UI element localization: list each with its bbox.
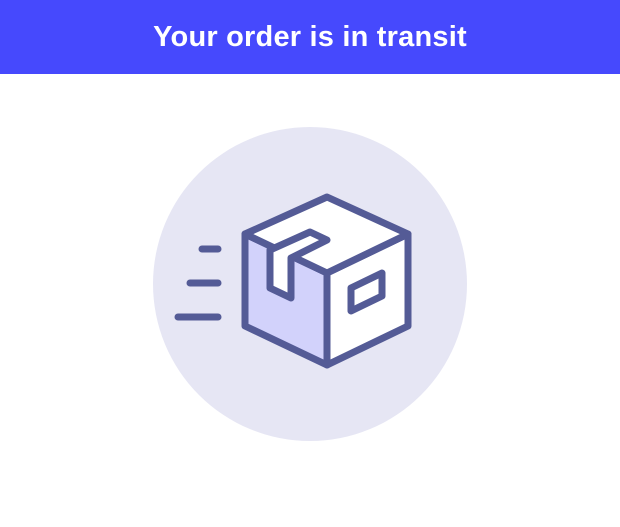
- order-status-page: Your order is in transit: [0, 0, 620, 527]
- box-icon: [241, 193, 412, 369]
- header-banner: Your order is in transit: [0, 0, 620, 74]
- transit-illustration: [150, 124, 470, 444]
- package-in-transit-icon: [153, 127, 467, 441]
- page-title: Your order is in transit: [153, 20, 467, 53]
